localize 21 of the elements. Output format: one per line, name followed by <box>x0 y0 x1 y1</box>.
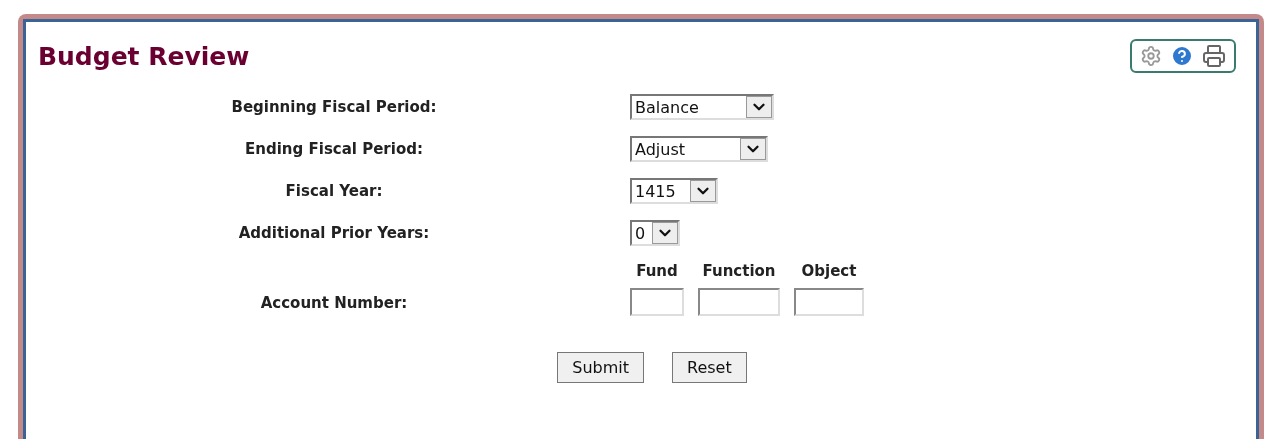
field-label: Account Number: <box>260 294 408 312</box>
submit-button[interactable]: Submit <box>557 352 645 383</box>
dropdown[interactable]: Adjust <box>630 136 768 162</box>
field-label: Beginning Fiscal Period: <box>231 98 437 116</box>
page-title: Budget Review <box>38 41 250 71</box>
reset-button[interactable]: Reset <box>672 352 747 383</box>
settings-icon[interactable] <box>1140 45 1162 67</box>
input-field[interactable] <box>630 288 684 316</box>
input-field[interactable] <box>698 288 780 316</box>
dropdown[interactable]: Balance <box>630 94 774 120</box>
column-heading: Object <box>801 262 857 280</box>
field-label: Ending Fiscal Period: <box>245 140 423 158</box>
help-icon[interactable] <box>1170 44 1194 68</box>
column-heading: Fund <box>636 262 678 280</box>
column-heading: Function <box>702 262 776 280</box>
printer-icon[interactable] <box>1202 44 1226 68</box>
field-label: Fiscal Year: <box>285 182 383 200</box>
input-field[interactable] <box>794 288 864 316</box>
dropdown[interactable]: 1415 <box>630 178 718 204</box>
field-label: Additional Prior Years: <box>238 224 430 242</box>
dropdown[interactable]: 0 <box>630 220 680 246</box>
